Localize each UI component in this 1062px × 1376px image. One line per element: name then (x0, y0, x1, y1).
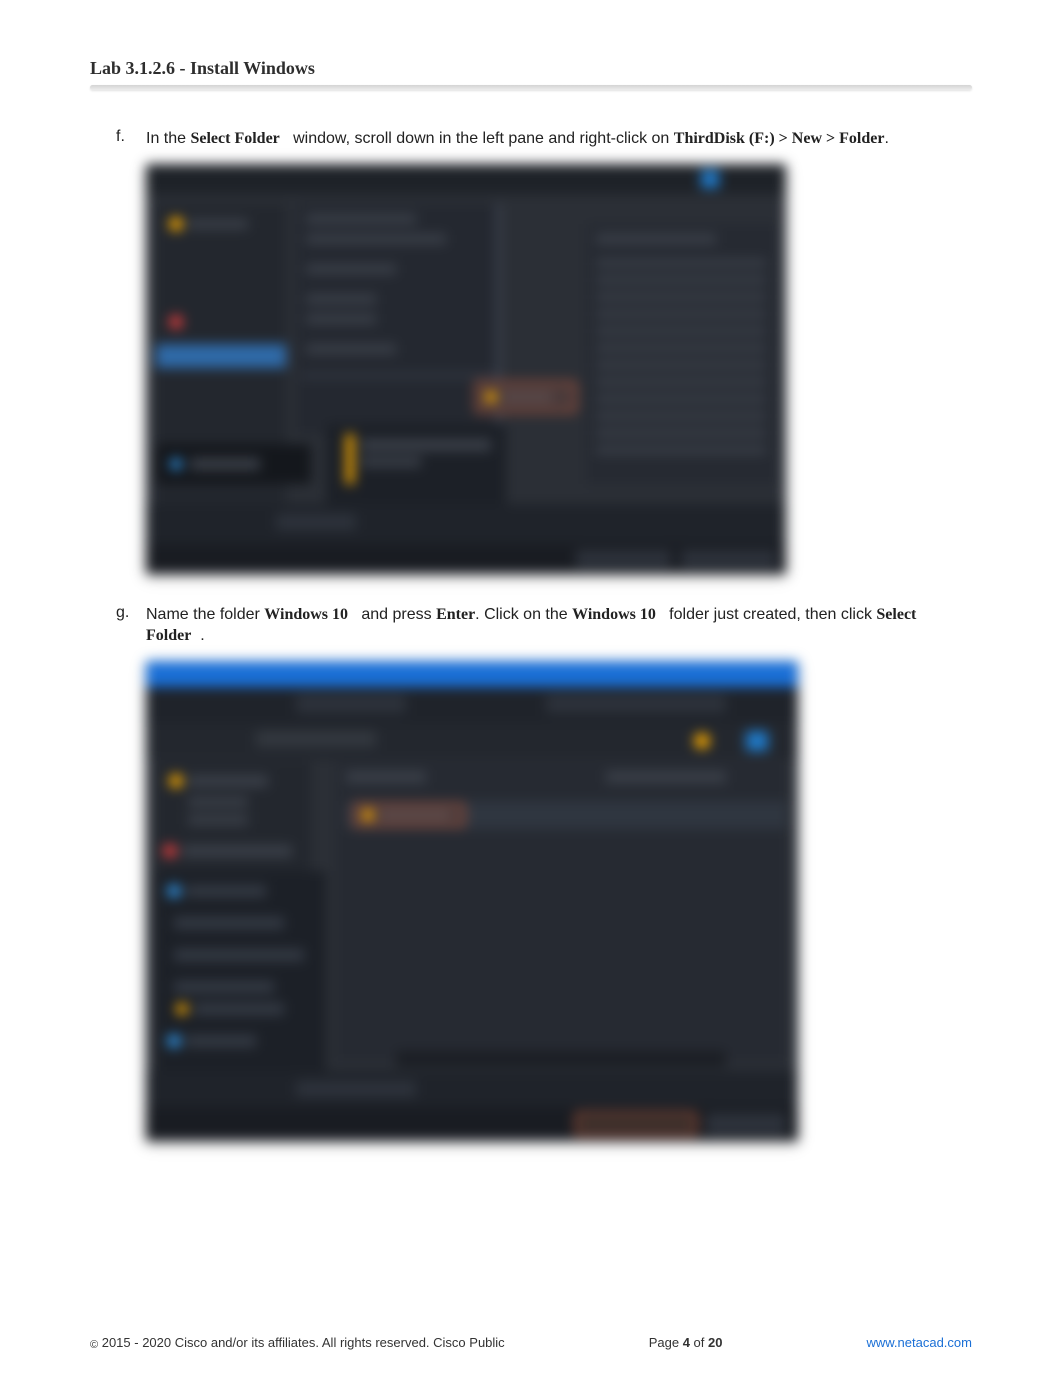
screenshot-f-container (146, 164, 972, 574)
footer-copyright: © 2015 - 2020 Cisco and/or its affiliate… (90, 1335, 505, 1350)
footer-url[interactable]: www.netacad.com (866, 1335, 972, 1350)
bold-text: Select Folder (190, 130, 279, 147)
text: . (200, 627, 204, 644)
step-letter: f. (116, 128, 146, 150)
text: and press (357, 606, 436, 623)
step-body: In the Select Folder window, scroll down… (146, 128, 972, 150)
text: Name the folder (146, 606, 264, 623)
page-total: 20 (708, 1335, 722, 1350)
bold-text: Enter (436, 606, 475, 623)
text: of (690, 1335, 708, 1350)
text: In the (146, 130, 190, 147)
text: folder just created, then click (665, 606, 877, 623)
text: . Click on the (475, 606, 572, 623)
text: window, scroll down in the left pane and… (289, 130, 674, 147)
step-f: f. In the Select Folder window, scroll d… (116, 128, 972, 150)
screenshot-g-container (146, 661, 972, 1141)
page-current: 4 (683, 1335, 690, 1350)
bold-text: Windows 10 (264, 606, 348, 623)
step-g: g. Name the folder Windows 10 and press … (116, 604, 972, 647)
screenshot-g (146, 661, 798, 1141)
bold-text: Windows 10 (572, 606, 656, 623)
step-letter: g. (116, 604, 146, 647)
bold-text: ThirdDisk (F:) > New > Folder (674, 130, 885, 147)
copyright-symbol: © (90, 1339, 98, 1351)
page-header: Lab 3.1.2.6 - Install Windows (90, 58, 972, 79)
footer-pagenum: Page 4 of 20 (649, 1335, 723, 1350)
screenshot-f (146, 164, 786, 574)
text: Page (649, 1335, 683, 1350)
text: . (884, 130, 888, 147)
header-rule (90, 85, 972, 90)
step-body: Name the folder Windows 10 and press Ent… (146, 604, 972, 647)
copyright-text: 2015 - 2020 Cisco and/or its affiliates.… (98, 1335, 505, 1350)
page-footer: © 2015 - 2020 Cisco and/or its affiliate… (90, 1335, 972, 1350)
